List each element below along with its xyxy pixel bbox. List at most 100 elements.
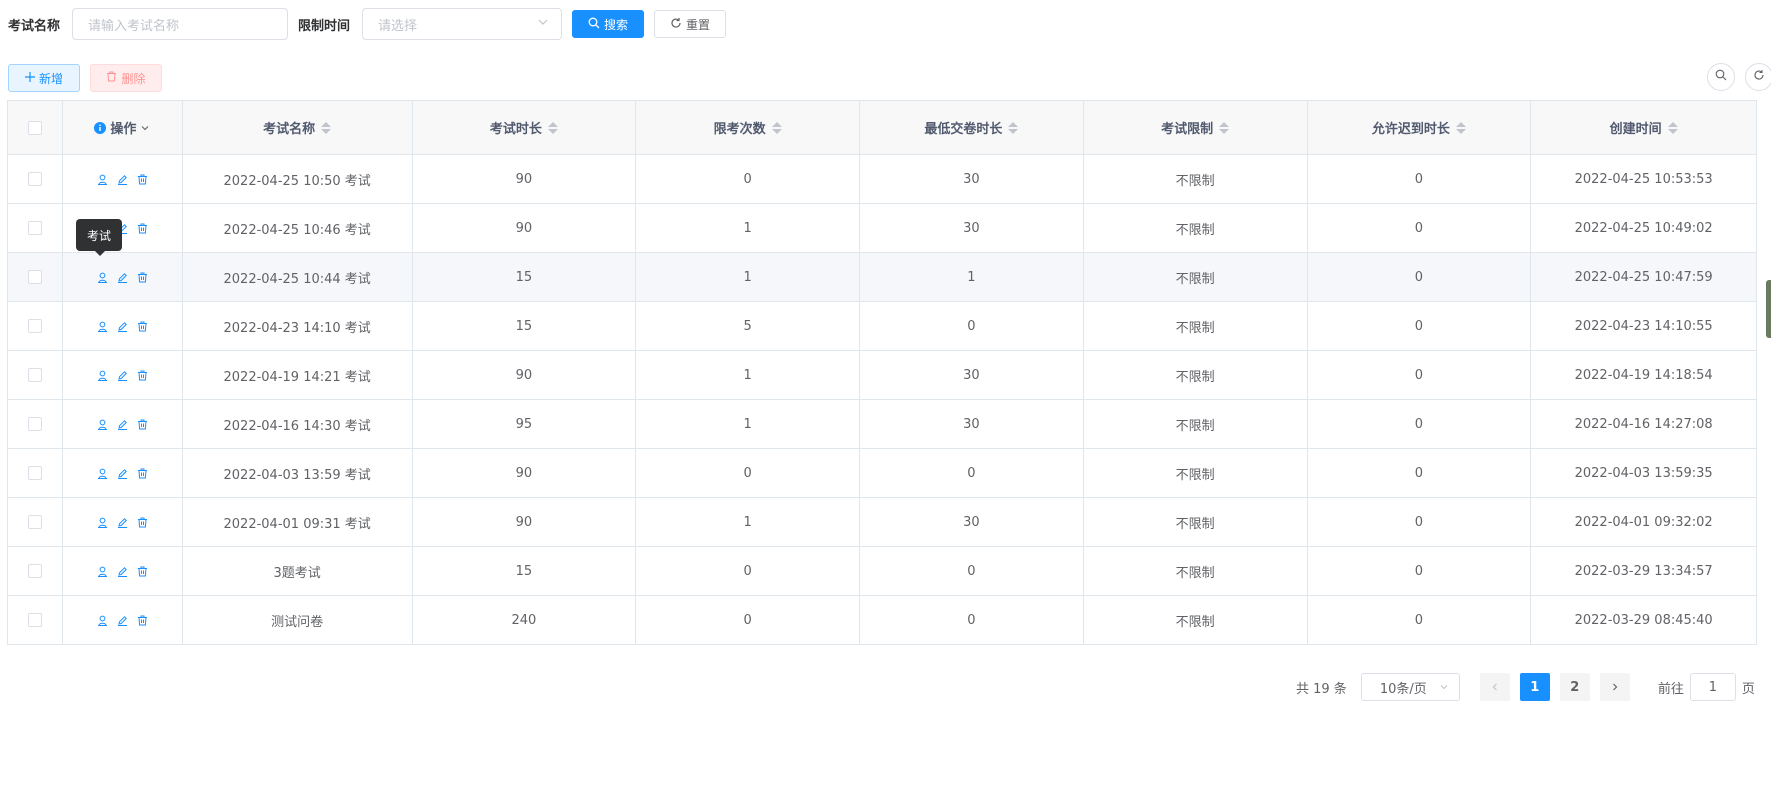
table-row[interactable]: 2022-04-25 10:50 考试 90 0 30 不限制 0 2022-04-25 1… bbox=[8, 155, 1756, 204]
row-checkbox[interactable] bbox=[27, 172, 42, 186]
delete-button[interactable]: 删除 bbox=[90, 64, 162, 92]
sort-caret-icon[interactable] bbox=[1455, 121, 1466, 134]
sort-caret-icon[interactable] bbox=[1008, 121, 1019, 134]
toggle-search-button[interactable] bbox=[1707, 63, 1735, 91]
prev-page-button[interactable] bbox=[1479, 673, 1510, 701]
reset-button[interactable]: 重置 bbox=[654, 10, 727, 38]
cell-text: 0 bbox=[1414, 416, 1424, 432]
table-row[interactable]: 2022-04-16 14:30 考试 95 1 30 不限制 0 2022-04-16 1… bbox=[8, 400, 1756, 449]
sort-caret-icon[interactable] bbox=[771, 121, 782, 134]
cell-text: 0 bbox=[1414, 367, 1424, 383]
edit-icon[interactable] bbox=[117, 615, 128, 626]
select-all-checkbox[interactable] bbox=[27, 120, 42, 135]
user-icon[interactable] bbox=[97, 566, 108, 577]
sort-caret-icon[interactable] bbox=[1667, 121, 1678, 134]
user-icon[interactable] bbox=[97, 615, 108, 626]
cell-created-time: 2022-04-03 13:59:35 bbox=[1531, 449, 1756, 497]
trash-icon[interactable] bbox=[137, 566, 148, 577]
user-icon[interactable] bbox=[97, 272, 108, 283]
edit-icon[interactable] bbox=[117, 174, 128, 185]
edit-icon[interactable] bbox=[117, 272, 128, 283]
cell-text: 90 bbox=[515, 465, 533, 481]
jump-page-input[interactable]: 1 bbox=[1689, 673, 1736, 701]
header-exam-name[interactable]: 考试名称 bbox=[183, 101, 413, 154]
row-checkbox[interactable] bbox=[27, 613, 42, 627]
sort-caret-icon[interactable] bbox=[547, 121, 558, 134]
edit-icon[interactable] bbox=[117, 566, 128, 577]
table-row[interactable]: 2022-04-25 10:44 考试 15 1 1 不限制 0 2022-04-25 10… bbox=[8, 253, 1756, 302]
page-size-select[interactable]: 10条/页 bbox=[1360, 673, 1460, 701]
user-icon[interactable] bbox=[97, 419, 108, 430]
table-row[interactable]: 2022-04-03 13:59 考试 90 0 0 不限制 0 2022-04-03 13… bbox=[8, 449, 1756, 498]
header-duration[interactable]: 考试时长 bbox=[413, 101, 637, 154]
limit-time-placeholder: 请选择 bbox=[378, 18, 418, 34]
row-checkbox[interactable] bbox=[27, 515, 42, 529]
jump-page-value: 1 bbox=[1708, 679, 1717, 695]
user-icon[interactable] bbox=[97, 517, 108, 528]
sort-caret-icon[interactable] bbox=[1219, 121, 1230, 134]
limit-time-select[interactable]: 请选择 bbox=[362, 8, 563, 40]
refresh-button[interactable] bbox=[1745, 63, 1771, 91]
header-attempt-limit[interactable]: 限考次数 bbox=[636, 101, 861, 154]
search-icon bbox=[588, 17, 604, 32]
search-button[interactable]: 搜索 bbox=[572, 10, 645, 38]
header-operations[interactable]: 操作 bbox=[63, 101, 183, 154]
trash-icon[interactable] bbox=[137, 517, 148, 528]
cell-select bbox=[8, 253, 63, 301]
cell-created-time: 2022-04-16 14:27:08 bbox=[1531, 400, 1756, 448]
total-count: 共 19 条 bbox=[1296, 681, 1347, 697]
table-row[interactable]: 2022-04-25 10:46 考试 90 1 30 不限制 0 2022-04-25 1… bbox=[8, 204, 1756, 253]
cell-text: 30 bbox=[963, 514, 980, 530]
header-late-allowance[interactable]: 允许迟到时长 bbox=[1308, 101, 1532, 154]
trash-icon[interactable] bbox=[137, 370, 148, 381]
user-icon[interactable] bbox=[97, 174, 108, 185]
row-checkbox[interactable] bbox=[27, 270, 42, 284]
table-row[interactable]: 2022-04-23 14:10 考试 15 5 0 不限制 0 2022-04-23 14… bbox=[8, 302, 1756, 351]
header-min-submit[interactable]: 最低交卷时长 bbox=[860, 101, 1084, 154]
table-row[interactable]: 测试问卷 240 0 0 不限制 0 2022-03-29 08:45:40 bbox=[8, 596, 1756, 645]
row-checkbox[interactable] bbox=[27, 564, 42, 578]
cell-text: 不限制 bbox=[1175, 565, 1215, 581]
edit-icon[interactable] bbox=[117, 517, 128, 528]
trash-icon[interactable] bbox=[137, 615, 148, 626]
chevron-down-icon bbox=[140, 123, 150, 133]
table-row[interactable]: 2022-04-01 09:31 考试 90 1 30 不限制 0 2022-04-01 0… bbox=[8, 498, 1756, 547]
header-restriction[interactable]: 考试限制 bbox=[1084, 101, 1308, 154]
user-icon[interactable] bbox=[97, 468, 108, 479]
row-checkbox[interactable] bbox=[27, 319, 42, 333]
cell-min-submit: 0 bbox=[860, 547, 1084, 595]
row-checkbox[interactable] bbox=[27, 417, 42, 431]
page-1-button[interactable]: 1 bbox=[1519, 673, 1550, 701]
header-created-time[interactable]: 创建时间 bbox=[1531, 101, 1756, 154]
trash-icon[interactable] bbox=[137, 419, 148, 430]
exam-name-input[interactable]: 请输入考试名称 bbox=[72, 8, 289, 40]
table-row[interactable]: 2022-04-19 14:21 考试 90 1 30 不限制 0 2022-04-19 1… bbox=[8, 351, 1756, 400]
edit-icon[interactable] bbox=[117, 321, 128, 332]
user-icon[interactable] bbox=[97, 370, 108, 381]
sort-caret-icon[interactable] bbox=[321, 121, 332, 134]
edit-icon[interactable] bbox=[117, 419, 128, 430]
cell-text: 15 bbox=[515, 269, 533, 285]
cell-created-time: 2022-03-29 13:34:57 bbox=[1531, 547, 1756, 595]
edit-icon[interactable] bbox=[117, 468, 128, 479]
table-row[interactable]: 3题考试 15 0 0 不限制 0 2022-03-29 13:34:57 bbox=[8, 547, 1756, 596]
trash-icon[interactable] bbox=[137, 174, 148, 185]
trash-icon[interactable] bbox=[137, 223, 148, 234]
side-drawer-handle[interactable] bbox=[1766, 280, 1771, 338]
cell-min-submit: 0 bbox=[860, 596, 1084, 644]
user-icon[interactable] bbox=[97, 321, 108, 332]
row-checkbox[interactable] bbox=[27, 221, 42, 235]
cell-exam-name: 3题考试 bbox=[183, 547, 413, 595]
cell-attempt-limit: 1 bbox=[636, 253, 861, 301]
page-2-button[interactable]: 2 bbox=[1559, 673, 1590, 701]
cell-text: 90 bbox=[515, 514, 533, 530]
next-page-button[interactable] bbox=[1599, 673, 1630, 701]
edit-icon[interactable] bbox=[117, 370, 128, 381]
row-checkbox[interactable] bbox=[27, 368, 42, 382]
row-checkbox[interactable] bbox=[27, 466, 42, 480]
add-button[interactable]: 新增 bbox=[8, 64, 80, 92]
trash-icon[interactable] bbox=[137, 272, 148, 283]
trash-icon[interactable] bbox=[137, 321, 148, 332]
cell-text: 0 bbox=[1414, 171, 1424, 187]
trash-icon[interactable] bbox=[137, 468, 148, 479]
